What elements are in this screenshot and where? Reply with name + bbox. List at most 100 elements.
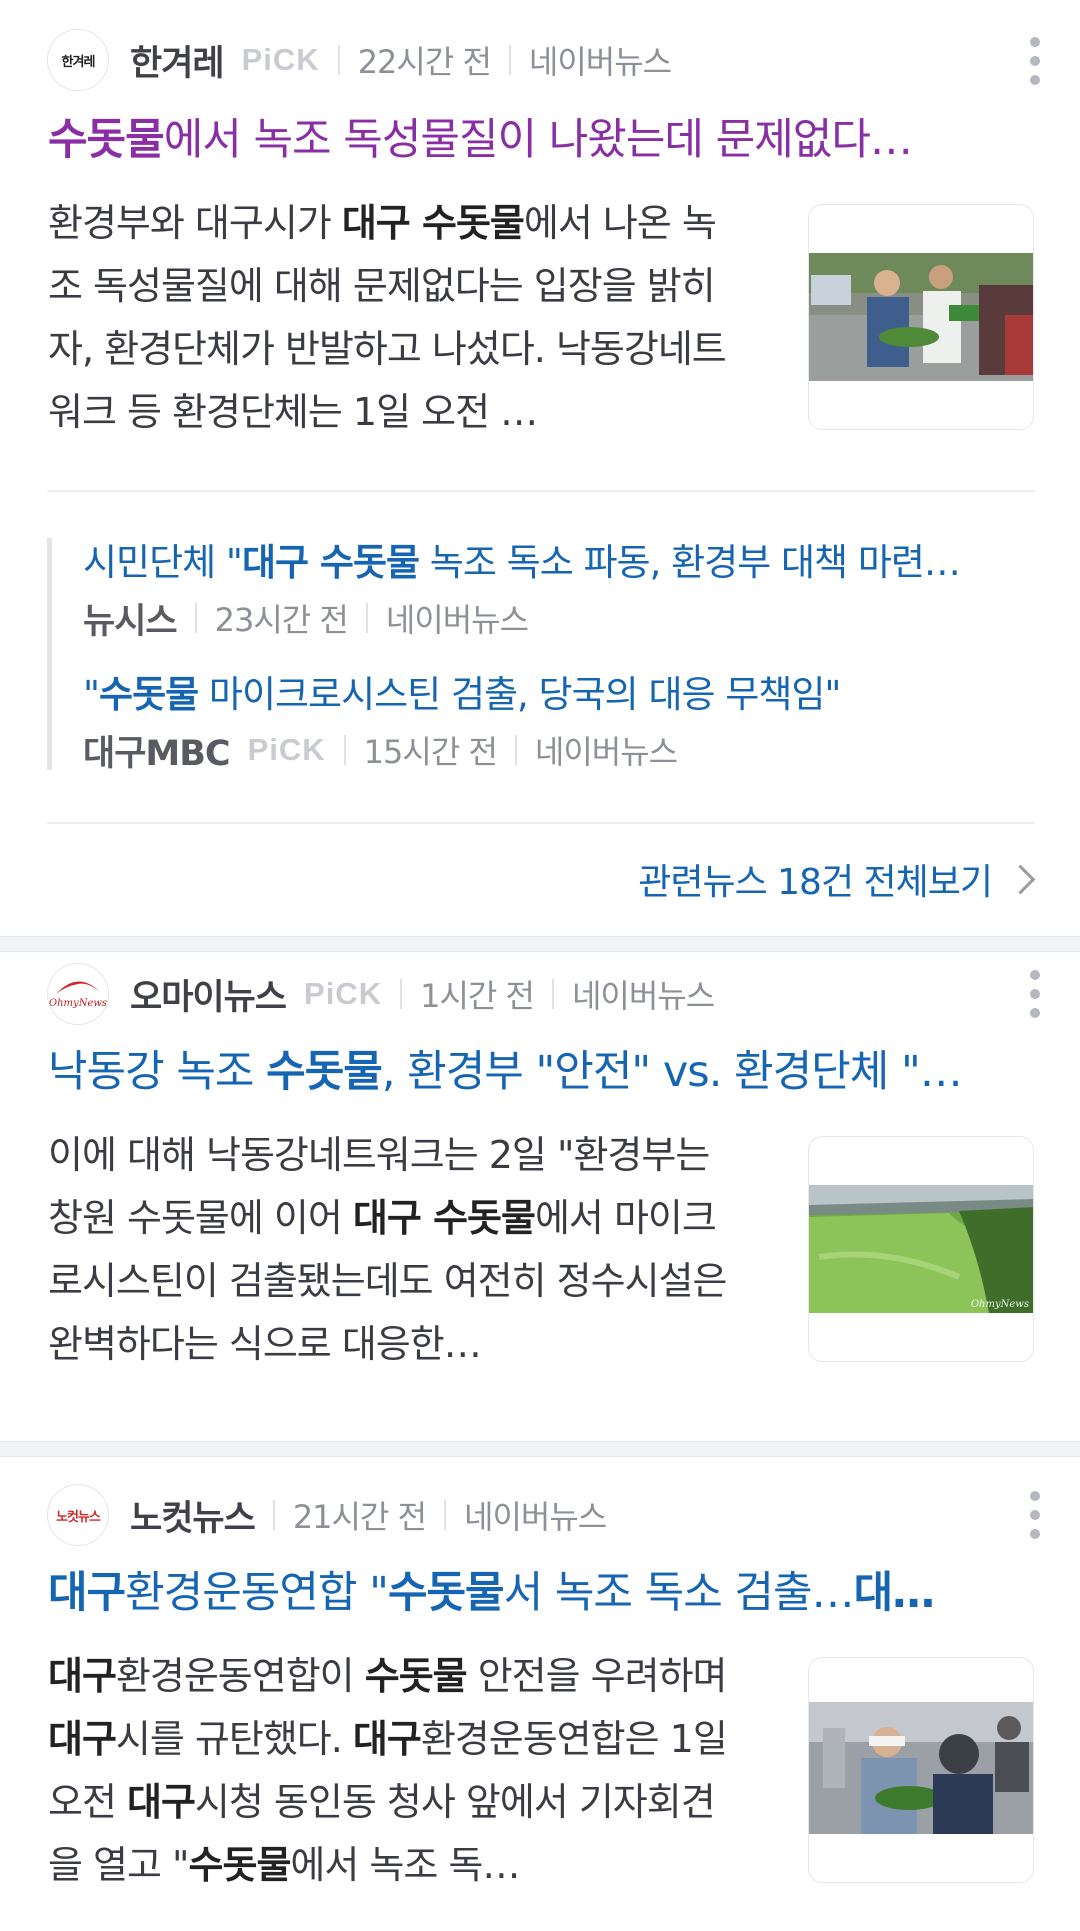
related-news-list: 시민단체 "대구 수돗물 녹조 독소 파동, 환경부 대책 마련… 뉴시스 23…	[47, 538, 1012, 774]
title-text: 환경운동연합 "	[125, 1568, 389, 1618]
protest-photo-icon	[809, 253, 1033, 381]
press-name[interactable]: 한겨레	[130, 35, 225, 86]
naver-news-link[interactable]: 네이버뉴스	[572, 971, 715, 1017]
chevron-right-icon	[1005, 864, 1036, 894]
summary-keyword: 대구	[352, 1717, 422, 1761]
summary-keyword: 수돗물	[364, 1654, 468, 1698]
svg-text:OhmyNews: OhmyNews	[49, 998, 107, 1009]
title-keyword: 대구	[48, 1568, 126, 1618]
summary-text: 환경부와 대구시가	[48, 201, 342, 245]
pick-badge: PiCK	[247, 732, 326, 767]
related-title-text: 시민단체 "	[83, 541, 243, 584]
summary-keyword: 대구	[48, 1654, 117, 1698]
related-news-title[interactable]: "수돗물 마이크로시스틴 검출, 당국의 대응 무책임"	[83, 670, 993, 720]
related-press-name[interactable]: 대구MBC	[83, 725, 231, 776]
divider	[444, 1500, 447, 1530]
press-logo-text: 노컷뉴스	[56, 1509, 101, 1525]
divider	[272, 1500, 275, 1530]
related-title-text: 마이크로시스틴 검출, 당국의 대응 무책임"	[198, 673, 842, 716]
related-news-item[interactable]: "수돗물 마이크로시스틴 검출, 당국의 대응 무책임" 대구MBC PiCK …	[83, 670, 1012, 774]
more-label: 관련뉴스 18건 전체보기	[638, 862, 993, 903]
news-card-3: 노컷뉴스 노컷뉴스 21시간 전 네이버뉴스 대구환경운동연합 "수돗물서 녹조…	[0, 1457, 1080, 1931]
summary-text: 환경운동연합이	[115, 1654, 365, 1698]
more-options-icon[interactable]	[1030, 970, 1040, 1018]
divider	[514, 735, 517, 765]
source-row: 노컷뉴스 노컷뉴스 21시간 전 네이버뉴스	[47, 1483, 607, 1547]
divider	[551, 979, 554, 1009]
title-keyword: 수돗물	[266, 1047, 383, 1097]
summary-text: 안전을 우려하며	[466, 1654, 728, 1698]
article-summary[interactable]: 이에 대해 낙동강네트워크는 2일 "환경부는 창원 수돗물에 이어 대구 수돗…	[48, 1124, 748, 1376]
ohmynews-logo-icon: OhmyNews	[49, 981, 107, 1009]
publish-time: 22시간 전	[357, 43, 492, 81]
press-name[interactable]: 노컷뉴스	[130, 1490, 256, 1541]
related-title-text: 녹조 독소 파동, 환경부 대책 마련…	[419, 541, 961, 584]
related-news-title[interactable]: 시민단체 "대구 수돗물 녹조 독소 파동, 환경부 대책 마련…	[83, 538, 993, 588]
summary-text: 에서 녹조 독…	[290, 1843, 520, 1887]
article-thumbnail[interactable]	[808, 1657, 1034, 1883]
news-card-1: 한겨레 한겨레 PiCK 22시간 전 네이버뉴스 수돗물에서 녹조 독성물질이…	[0, 0, 1080, 936]
press-logo[interactable]: OhmyNews	[47, 963, 109, 1025]
press-logo[interactable]: 노컷뉴스	[47, 1484, 109, 1546]
publish-time: 1시간 전	[420, 977, 535, 1015]
source-row: 한겨레 한겨레 PiCK 22시간 전 네이버뉴스	[47, 28, 672, 92]
summary-keyword: 수돗물	[188, 1843, 292, 1887]
divider	[194, 603, 197, 633]
title-keyword: 대…	[853, 1568, 936, 1618]
naver-news-link[interactable]: 네이버뉴스	[464, 1492, 607, 1538]
article-thumbnail[interactable]: OhmyNews	[808, 1136, 1034, 1362]
source-row: OhmyNews 오마이뉴스 PiCK 1시간 전 네이버뉴스	[47, 962, 715, 1026]
press-conference-photo-icon	[809, 1702, 1033, 1834]
title-keyword: 수돗물	[387, 1568, 505, 1618]
article-title[interactable]: 낙동강 녹조 수돗물, 환경부 "안전" vs. 환경단체 "…	[48, 1044, 1003, 1100]
related-news-more-link[interactable]: 관련뉴스 18건 전체보기	[638, 852, 1037, 906]
summary-keyword: 대구 수돗물	[341, 201, 525, 245]
related-publish-time: 23시간 전	[214, 601, 349, 639]
related-naver-news-link[interactable]: 네이버뉴스	[535, 727, 678, 773]
title-text: 서 녹조 독소 검출…	[503, 1568, 855, 1618]
article-summary[interactable]: 환경부와 대구시가 대구 수돗물에서 나온 녹조 독성물질에 대해 문제없다는 …	[48, 192, 748, 444]
summary-keyword: 대구	[48, 1717, 117, 1761]
title-keyword: 수돗물	[48, 115, 165, 165]
title-text: 에서 녹조 독성물질이 나왔는데 문제없다…	[163, 115, 913, 165]
more-options-icon[interactable]	[1030, 37, 1040, 85]
related-news-meta: 뉴시스 23시간 전 네이버뉴스	[83, 594, 1012, 642]
related-news-item[interactable]: 시민단체 "대구 수돗물 녹조 독소 파동, 환경부 대책 마련… 뉴시스 23…	[83, 538, 1012, 642]
press-logo[interactable]: 한겨레	[47, 29, 109, 91]
press-logo-text: 한겨레	[61, 54, 96, 70]
section-gap	[0, 1441, 1080, 1457]
article-summary[interactable]: 대구환경운동연합이 수돗물 안전을 우려하며 대구시를 규탄했다. 대구환경운동…	[48, 1645, 748, 1897]
related-press-name[interactable]: 뉴시스	[83, 593, 178, 644]
summary-keyword: 대구 수돗물	[352, 1196, 536, 1240]
publish-time: 21시간 전	[292, 1498, 427, 1536]
divider	[365, 603, 368, 633]
divider	[343, 735, 346, 765]
related-publish-time: 15시간 전	[363, 733, 498, 771]
related-news-meta: 대구MBC PiCK 15시간 전 네이버뉴스	[83, 726, 1012, 774]
divider-line	[47, 490, 1035, 492]
news-card-2: OhmyNews 오마이뉴스 PiCK 1시간 전 네이버뉴스 낙동강 녹조 수…	[0, 952, 1080, 1441]
title-text: 낙동강 녹조	[48, 1047, 267, 1097]
article-title[interactable]: 수돗물에서 녹조 독성물질이 나왔는데 문제없다…	[48, 112, 1003, 168]
related-title-keyword: 대구 수돗물	[241, 541, 420, 584]
section-gap	[0, 936, 1080, 952]
related-title-keyword: 수돗물	[99, 673, 199, 716]
related-title-text: "	[83, 673, 100, 716]
pick-badge: PiCK	[304, 976, 383, 1011]
pick-badge: PiCK	[241, 42, 320, 77]
article-title[interactable]: 대구환경운동연합 "수돗물서 녹조 독소 검출…대…	[48, 1565, 1003, 1621]
divider	[400, 979, 403, 1009]
river-algae-photo-icon: OhmyNews	[809, 1185, 1033, 1313]
press-name[interactable]: 오마이뉴스	[130, 969, 287, 1020]
title-text: , 환경부 "안전" vs. 환경단체 "…	[381, 1047, 963, 1097]
divider	[508, 45, 511, 75]
divider	[337, 45, 340, 75]
naver-news-link[interactable]: 네이버뉴스	[529, 37, 672, 83]
summary-text: 시를 규탄했다.	[115, 1717, 353, 1761]
more-options-icon[interactable]	[1030, 1491, 1040, 1539]
article-thumbnail[interactable]	[808, 204, 1034, 430]
summary-keyword: 대구	[127, 1780, 196, 1824]
divider-line	[47, 822, 1035, 824]
svg-text:OhmyNews: OhmyNews	[971, 1299, 1029, 1310]
related-naver-news-link[interactable]: 네이버뉴스	[386, 595, 529, 641]
